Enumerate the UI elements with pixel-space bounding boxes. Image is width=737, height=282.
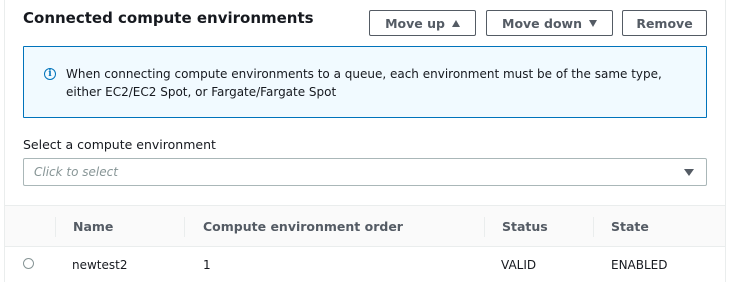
move-down-label: Move down [502,15,582,31]
column-header-name[interactable]: Name [73,219,113,234]
caret-down-icon [589,19,597,27]
column-header-state[interactable]: State [611,219,649,234]
column-header-status[interactable]: Status [502,219,548,234]
cell-order: 1 [203,258,211,272]
row-select-radio[interactable] [23,258,34,269]
move-down-button[interactable]: Move down [486,10,613,36]
info-alert-text: When connecting compute environments to … [66,67,662,99]
table-row[interactable]: newtest2 1 VALID ENABLED [5,247,725,282]
column-divider [484,217,485,237]
cell-status: VALID [501,258,537,272]
move-up-label: Move up [385,15,445,31]
cell-state: ENABLED [611,258,668,272]
table-header: Name Compute environment order Status St… [5,205,725,247]
select-placeholder: Click to select [34,165,118,179]
compute-select-label: Select a compute environment [23,137,216,152]
info-alert: i When connecting compute environments t… [23,46,707,118]
info-icon: i [44,68,56,80]
caret-up-icon [451,19,460,27]
column-divider [593,217,594,237]
compute-environment-select[interactable]: Click to select [23,158,707,186]
remove-button[interactable]: Remove [622,10,707,36]
cell-name: newtest2 [72,258,128,272]
dropdown-arrow-icon [684,169,694,176]
column-header-order[interactable]: Compute environment order [203,219,403,234]
remove-label: Remove [636,15,693,31]
section-title: Connected compute environments [23,9,314,27]
column-divider [55,217,56,237]
move-up-button[interactable]: Move up [369,10,476,36]
column-divider [184,217,185,237]
